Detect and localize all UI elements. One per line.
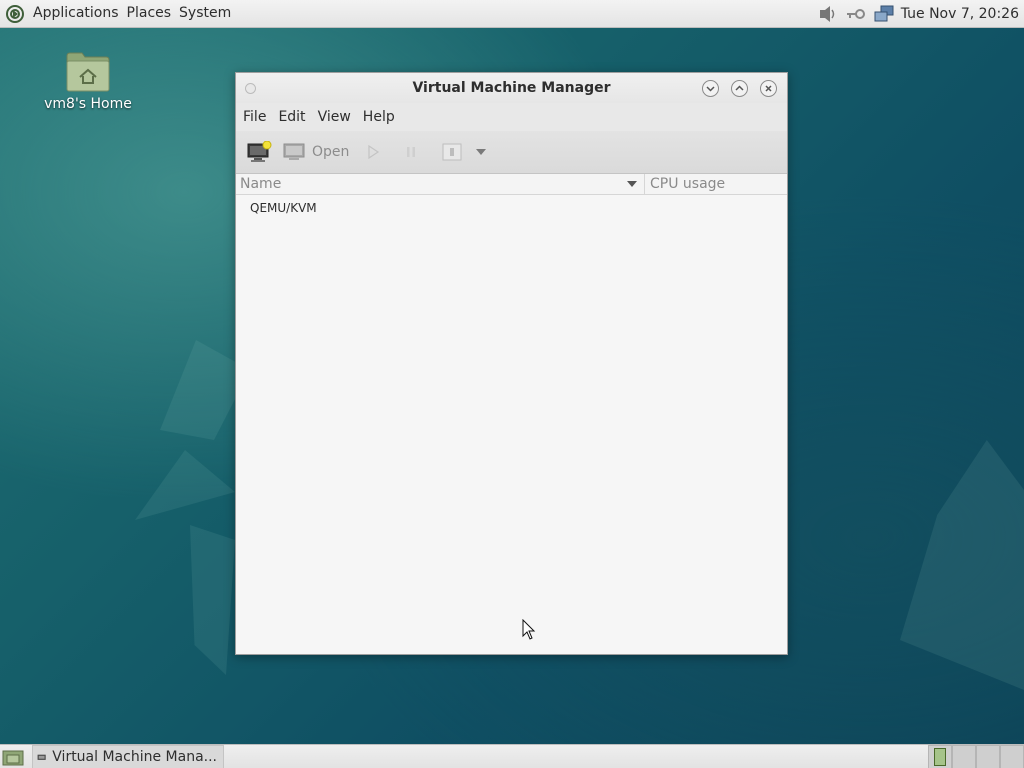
workspace-1[interactable] (928, 745, 952, 768)
maximize-button[interactable] (731, 79, 748, 97)
volume-icon[interactable] (817, 5, 839, 23)
mouse-cursor-icon (522, 619, 536, 640)
workspace-switcher (928, 745, 1024, 768)
workspace-2[interactable] (952, 745, 976, 768)
workspace-4[interactable] (1000, 745, 1024, 768)
minimize-button[interactable] (702, 79, 719, 97)
bottom-panel: Virtual Machine Mana... (0, 744, 1024, 768)
shutdown-button[interactable] (437, 136, 467, 168)
virt-manager-app-icon (37, 754, 46, 760)
pause-button[interactable] (399, 136, 423, 168)
menu-edit[interactable]: Edit (272, 103, 311, 131)
shutdown-icon (442, 143, 462, 161)
open-button[interactable]: Open (278, 136, 353, 168)
connection-row[interactable]: QEMU/KVM (250, 201, 317, 215)
new-vm-button[interactable] (242, 136, 276, 168)
window-titlebar[interactable]: Virtual Machine Manager (236, 73, 787, 103)
column-cpu-header[interactable]: CPU usage (645, 174, 725, 194)
clock[interactable]: Tue Nov 7, 20:26 (901, 6, 1024, 22)
toolbar: Open (236, 131, 787, 174)
menu-view[interactable]: View (312, 103, 357, 131)
wallpaper-shard (900, 440, 1024, 690)
column-cpu-label: CPU usage (650, 176, 726, 192)
show-desktop-icon[interactable] (2, 748, 24, 766)
workspace-3[interactable] (976, 745, 1000, 768)
taskbar-task-label: Virtual Machine Mana... (52, 749, 217, 765)
vm-list[interactable]: QEMU/KVM (236, 195, 787, 653)
home-folder-icon (66, 52, 110, 92)
distro-logo-icon[interactable] (5, 4, 25, 24)
window-controls (690, 79, 777, 97)
desktop-home-label: vm8's Home (44, 96, 132, 112)
monitor-icon (283, 143, 305, 160)
chevron-down-icon (476, 149, 487, 155)
virt-manager-window: Virtual Machine Manager File Edit View H… (235, 72, 788, 655)
system-tray: Tue Nov 7, 20:26 (817, 5, 1024, 23)
network-icon[interactable] (873, 5, 895, 23)
taskbar-virt-manager[interactable]: Virtual Machine Mana... (32, 745, 224, 768)
desktop-home-icon[interactable]: vm8's Home (40, 50, 136, 112)
close-button[interactable] (760, 79, 777, 97)
play-icon (368, 144, 380, 160)
wallpaper-shard (190, 525, 235, 675)
wallpaper-shard (135, 450, 235, 520)
menu-system[interactable]: System (175, 0, 235, 27)
pause-icon (407, 147, 416, 157)
chevron-down-icon (706, 85, 715, 92)
window-menu-dot-icon[interactable] (245, 82, 256, 94)
menu-file[interactable]: File (236, 103, 272, 131)
shutdown-dropdown[interactable] (471, 136, 491, 168)
top-panel: Applications Places System Tue Nov 7, 20… (0, 0, 1024, 28)
menu-places[interactable]: Places (123, 0, 176, 27)
column-name-label: Name (240, 176, 282, 192)
close-icon (765, 84, 772, 92)
column-headers: Name CPU usage (236, 174, 787, 195)
menubar: File Edit View Help (236, 103, 787, 131)
menu-applications[interactable]: Applications (29, 0, 123, 27)
sort-arrow-icon (627, 181, 637, 187)
menu-help[interactable]: Help (357, 103, 401, 131)
network-key-icon[interactable] (845, 5, 867, 23)
chevron-up-icon (735, 84, 744, 91)
open-label: Open (312, 144, 350, 160)
run-button[interactable] (361, 136, 385, 168)
column-name-header[interactable]: Name (236, 174, 645, 194)
workspace-window-thumb (934, 748, 946, 766)
new-vm-icon (247, 141, 272, 162)
